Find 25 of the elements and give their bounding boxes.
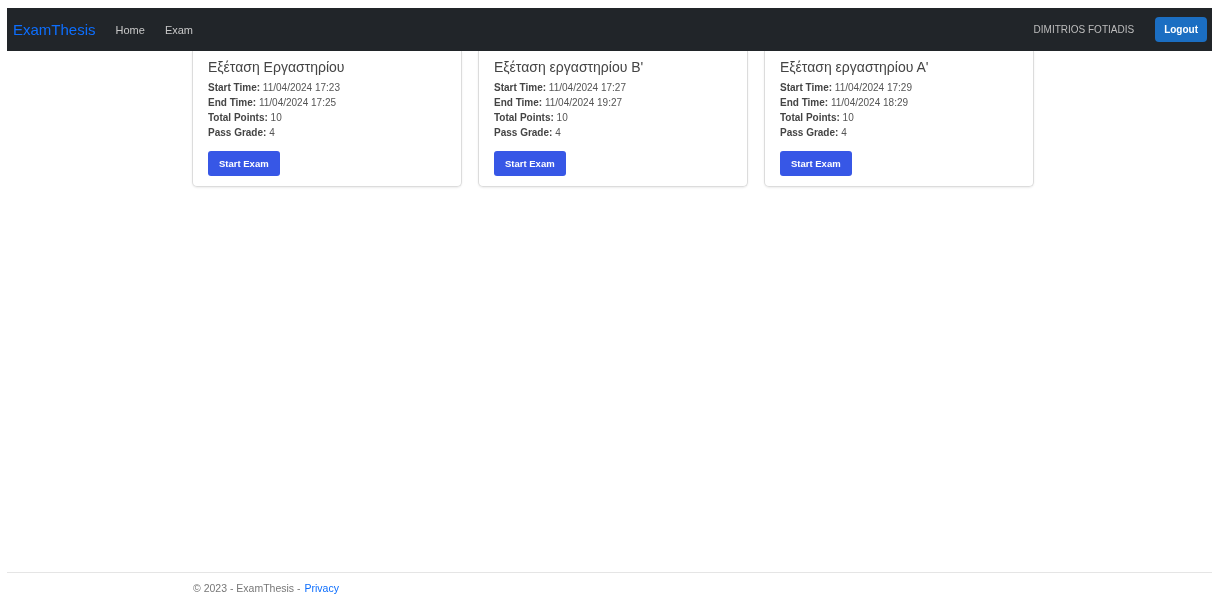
exam-detail: Pass Grade: 4 [780,126,848,140]
brand-link[interactable]: ExamThesis [13,21,96,38]
exam-detail: Pass Grade: 4 [208,126,276,140]
start-exam-button[interactable]: Start Exam [494,151,566,176]
exam-detail: Start Time: 11/04/2024 17:23 [208,81,341,95]
nav-link[interactable]: Exam [164,23,193,36]
exam-detail: End Time: 11/04/2024 17:25 [208,96,338,110]
exam-detail: Total Points: 10 [494,111,569,125]
exam-title: Εξέταση εργαστηρίου Β' [494,59,645,75]
exam-title: Εξέταση εργαστηρίου Α' [780,59,930,75]
nav-link[interactable]: Home [115,23,145,36]
exam-detail: Total Points: 10 [780,111,855,125]
exam-detail: Start Time: 11/04/2024 17:29 [780,81,913,95]
exam-detail: Pass Grade: 4 [494,126,562,140]
exam-detail: Total Points: 10 [208,111,283,125]
footer-text: © 2023 - ExamThesis - [193,582,301,594]
exam-detail: End Time: 11/04/2024 18:29 [780,96,910,110]
exam-detail: End Time: 11/04/2024 19:27 [494,96,624,110]
exam-detail: Start Time: 11/04/2024 17:27 [494,81,627,95]
start-exam-button[interactable]: Start Exam [780,151,852,176]
privacy-link[interactable]: Privacy [304,582,339,594]
logout-button[interactable]: Logout [1155,17,1207,42]
user-name: DIMITRIOS FOTIADIS [1033,24,1135,35]
exam-title: Εξέταση Εργαστηρίου [208,59,346,75]
start-exam-button[interactable]: Start Exam [208,151,280,176]
